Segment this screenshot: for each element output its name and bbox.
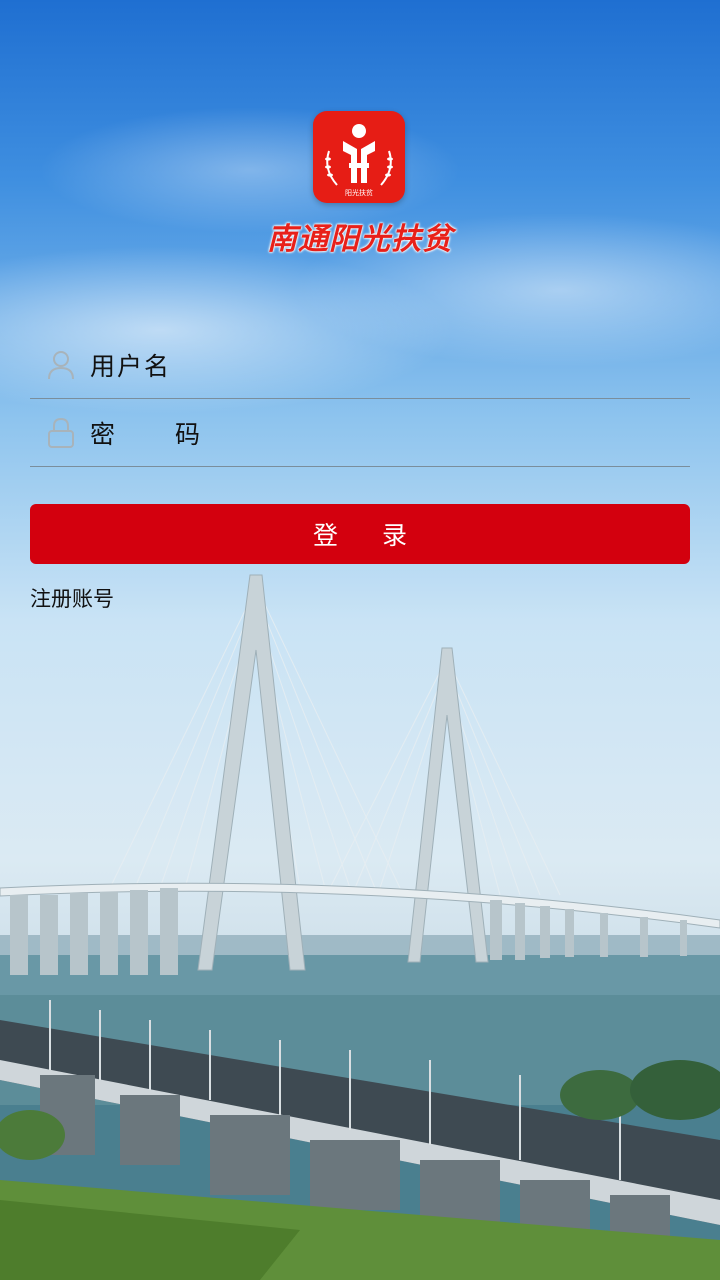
- sun-figure-icon: 阳光扶贫: [325, 124, 393, 197]
- app-title: 南通阳光扶贫: [267, 222, 453, 257]
- app-logo: 阳光扶贫: [313, 111, 405, 203]
- password-placeholder: 密 码: [90, 420, 226, 449]
- lock-icon: [38, 413, 84, 453]
- username-field[interactable]: 用户名: [30, 332, 690, 399]
- user-icon: [38, 345, 84, 385]
- register-link[interactable]: 注册账号: [30, 583, 114, 613]
- logo-badge-text: 阳光扶贫: [345, 188, 373, 197]
- login-button[interactable]: 登 录: [30, 504, 690, 564]
- password-field[interactable]: 密 码: [30, 400, 690, 467]
- username-placeholder: 用户名: [90, 352, 172, 381]
